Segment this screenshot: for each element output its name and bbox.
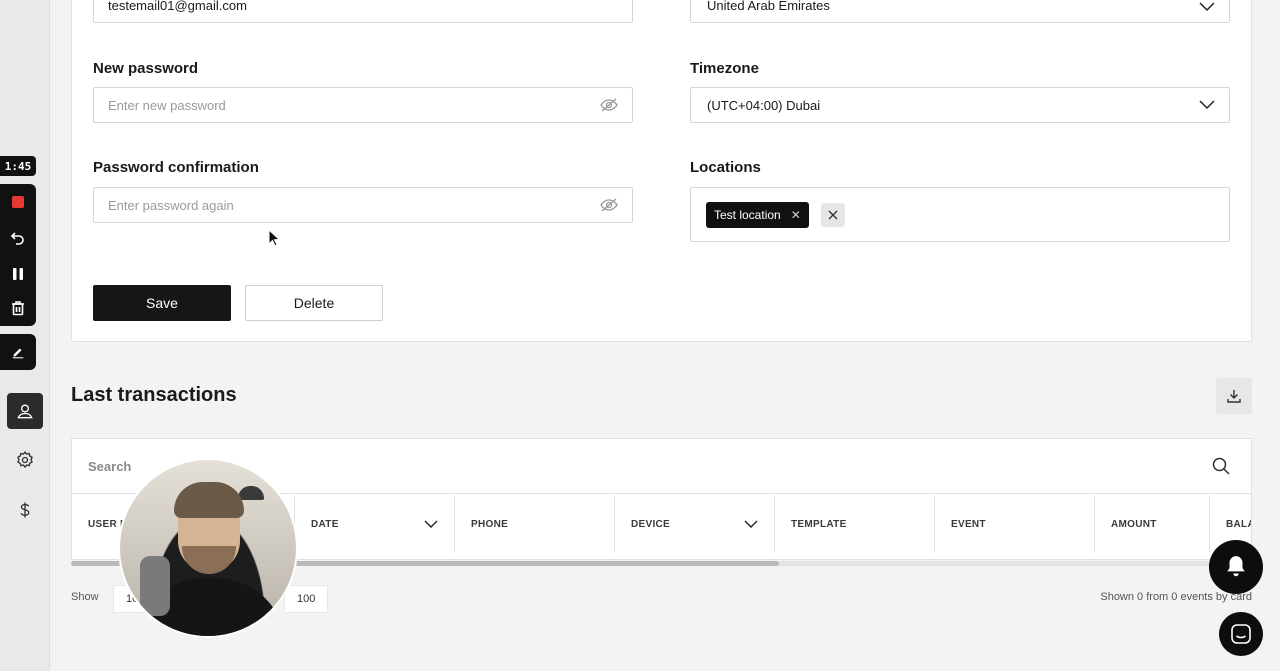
search-placeholder: Search	[88, 458, 132, 474]
dollar-icon	[20, 502, 30, 518]
chevron-down-icon	[1199, 2, 1215, 11]
remove-chip-icon[interactable]: ✕	[791, 208, 801, 222]
stop-icon	[12, 196, 24, 208]
chevron-down-icon	[424, 520, 438, 528]
mouse-cursor-icon	[268, 229, 280, 247]
column-device[interactable]: DEVICE	[615, 495, 775, 553]
notifications-button[interactable]	[1209, 540, 1263, 594]
page-size-100[interactable]: 100	[284, 585, 329, 613]
delete-button[interactable]: Delete	[245, 285, 383, 321]
location-chip: Test location ✕	[706, 201, 809, 228]
email-value: testemail01@gmail.com	[108, 0, 247, 13]
password-confirmation-label: Password confirmation	[93, 159, 259, 176]
chevron-down-icon	[744, 520, 758, 528]
password-confirmation-placeholder: Enter password again	[108, 197, 234, 213]
stop-recording-button[interactable]	[0, 184, 36, 220]
gear-icon	[17, 451, 33, 469]
recording-timer: 1:45	[0, 156, 36, 176]
column-phone[interactable]: PHONE	[455, 495, 615, 553]
country-value: United Arab Emirates	[707, 0, 830, 13]
timezone-select[interactable]: (UTC+04:00) Dubai	[690, 87, 1230, 123]
clear-locations-button[interactable]	[820, 202, 845, 227]
locations-label: Locations	[690, 159, 761, 176]
email-field[interactable]: testemail01@gmail.com	[93, 0, 633, 23]
locations-multiselect[interactable]: Test location ✕	[690, 187, 1230, 242]
eye-off-icon	[600, 98, 618, 112]
password-confirmation-field[interactable]: Enter password again	[93, 187, 633, 223]
column-date[interactable]: DATE	[295, 495, 455, 553]
bell-icon	[1227, 556, 1245, 577]
sidebar-item-billing[interactable]	[7, 492, 43, 528]
transactions-title: Last transactions	[71, 384, 237, 406]
sidebar-item-users[interactable]	[7, 393, 43, 429]
toggle-password-visibility[interactable]	[600, 198, 618, 212]
toggle-password-visibility[interactable]	[600, 98, 618, 112]
column-template[interactable]: TEMPLATE	[775, 495, 935, 553]
download-icon	[1227, 390, 1241, 403]
new-password-placeholder: Enter new password	[108, 97, 226, 113]
eye-off-icon	[600, 198, 618, 212]
annotate-button[interactable]	[0, 334, 36, 370]
column-event[interactable]: EVENT	[935, 495, 1095, 553]
chat-support-button[interactable]	[1219, 612, 1263, 656]
download-button[interactable]	[1216, 378, 1252, 414]
search-icon[interactable]	[1211, 456, 1231, 476]
sidebar-item-settings[interactable]	[7, 442, 43, 478]
timezone-value: (UTC+04:00) Dubai	[707, 97, 821, 113]
pause-icon	[13, 268, 23, 280]
profile-form-card: testemail01@gmail.com United Arab Emirat…	[71, 0, 1252, 342]
location-chip-label: Test location	[714, 207, 781, 222]
chevron-down-icon	[1199, 100, 1215, 110]
chat-icon	[1231, 624, 1251, 644]
show-label: Show	[71, 591, 99, 603]
country-select[interactable]: United Arab Emirates	[690, 0, 1230, 23]
recording-toolbar	[0, 184, 36, 326]
webcam-overlay	[118, 458, 298, 638]
pen-icon	[12, 348, 24, 359]
timezone-label: Timezone	[690, 60, 759, 77]
column-amount[interactable]: AMOUNT	[1095, 495, 1210, 553]
pause-recording-button[interactable]	[0, 256, 36, 292]
close-icon	[828, 210, 838, 219]
new-password-label: New password	[93, 60, 199, 77]
undo-recording-button[interactable]	[0, 220, 36, 256]
undo-icon	[10, 232, 24, 245]
save-button[interactable]: Save	[93, 285, 231, 321]
user-icon	[17, 404, 33, 419]
trash-icon	[12, 301, 24, 316]
new-password-field[interactable]: Enter new password	[93, 87, 633, 123]
discard-recording-button[interactable]	[0, 290, 36, 326]
